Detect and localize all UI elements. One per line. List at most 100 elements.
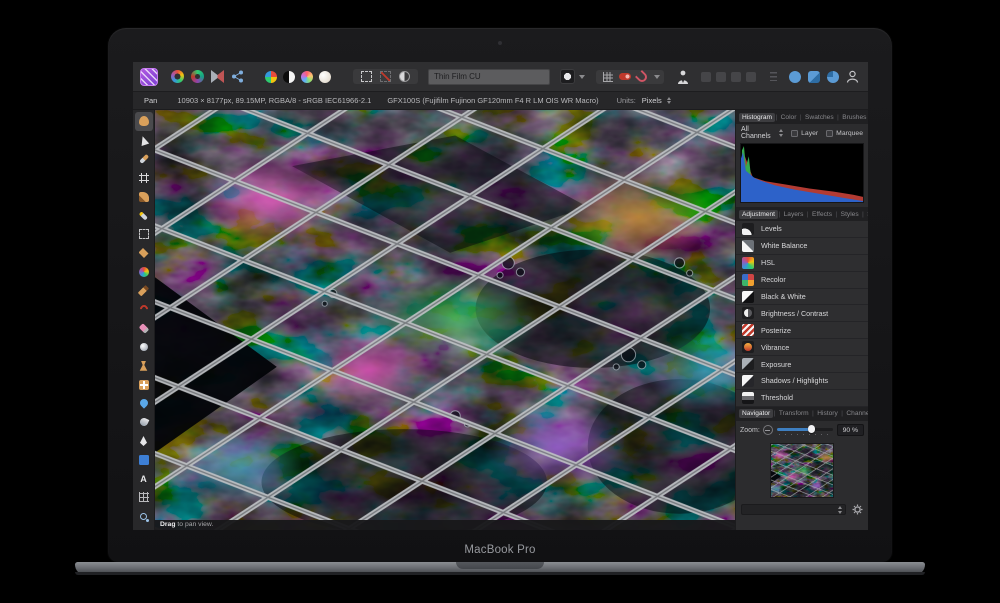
liquify-persona-icon[interactable] — [191, 70, 204, 83]
marquee-checkbox-label: Marquee — [836, 129, 863, 137]
adjustment-brightness-contrast[interactable]: Brightness / Contrast — [736, 305, 868, 323]
tab-layers[interactable]: Layers — [781, 210, 807, 219]
clone-stamp-tool[interactable] — [135, 356, 153, 375]
tab-navigator[interactable]: Navigator — [739, 409, 774, 419]
tab-brushes[interactable]: Brushes — [839, 113, 868, 122]
flood-select-tool[interactable] — [135, 206, 153, 225]
units-stepper-icon[interactable] — [666, 96, 671, 105]
zoom-slider[interactable] — [776, 425, 833, 436]
arrange-backward-icon[interactable] — [716, 71, 726, 82]
affinity-photo-window: Pan 10903 × 8177px, 89.15MP, RGBA/8 - sR… — [133, 62, 868, 530]
account-icon[interactable] — [846, 70, 859, 83]
deselect-icon[interactable] — [380, 71, 391, 82]
vector-brush-tool[interactable] — [135, 300, 153, 319]
flood-fill-tool[interactable] — [135, 244, 153, 263]
tab-effects[interactable]: Effects — [809, 210, 835, 219]
navigator-thumbnail[interactable] — [770, 443, 834, 499]
recolor-icon — [742, 273, 754, 286]
selection-marquee-icon[interactable] — [361, 71, 372, 82]
arrange-front-icon[interactable] — [746, 71, 756, 82]
paint-brush-icon — [138, 285, 149, 297]
pen-nib-icon — [140, 435, 147, 446]
smudge-tool[interactable] — [135, 413, 153, 432]
boolean-subtract-icon[interactable] — [808, 70, 820, 83]
paint-brush-tool[interactable] — [135, 281, 153, 300]
pan-tool[interactable] — [134, 112, 153, 131]
adjustment-posterize[interactable]: Posterize — [736, 322, 868, 340]
tab-swatches[interactable]: Swatches — [802, 113, 837, 122]
tab-adjustment[interactable]: Adjustment — [739, 209, 778, 219]
adjustment-levels[interactable]: Levels — [736, 221, 868, 238]
tab-history[interactable]: History — [814, 409, 841, 418]
pen-tool[interactable] — [135, 432, 153, 451]
adjustment-white-balance[interactable]: White Balance — [736, 238, 868, 255]
shape-tool[interactable] — [135, 450, 153, 469]
adjustment-vibrance[interactable]: Vibrance — [736, 339, 868, 357]
selection-brush-tool[interactable] — [135, 187, 153, 206]
navigator-zoom-row: Zoom: 90 % — [736, 421, 868, 440]
adjustment-threshold[interactable]: Threshold — [736, 390, 868, 407]
colour-picker-tool[interactable] — [135, 150, 153, 169]
invert-selection-icon[interactable] — [399, 71, 410, 82]
boolean-divide-icon[interactable] — [827, 70, 839, 83]
preview-mode-control[interactable] — [560, 69, 585, 84]
arrange-forward-icon[interactable] — [731, 71, 741, 82]
zoom-slider-knob[interactable] — [807, 425, 816, 433]
units-select[interactable]: Pixels — [642, 96, 662, 105]
arrange-back-icon[interactable] — [701, 71, 711, 82]
tab-channels[interactable]: Channels — [843, 409, 868, 418]
layer-checkbox[interactable] — [791, 129, 799, 137]
text-tool[interactable]: A — [135, 469, 153, 488]
auto-colours-icon[interactable] — [301, 70, 313, 83]
eraser-tool[interactable] — [135, 319, 153, 338]
photo-persona-icon[interactable] — [171, 70, 184, 83]
blur-tool[interactable] — [135, 394, 153, 413]
auto-contrast-icon[interactable] — [283, 70, 295, 83]
tab-histogram[interactable]: Histogram — [739, 112, 776, 122]
boolean-add-icon[interactable] — [789, 70, 801, 83]
threshold-icon — [742, 391, 754, 404]
crop-tool[interactable] — [135, 168, 153, 187]
zoom-value[interactable]: 90 % — [836, 424, 864, 437]
adjustment-black-white[interactable]: Black & White — [736, 289, 868, 306]
snapping-group — [596, 69, 664, 84]
tab-styles[interactable]: Styles — [838, 210, 862, 219]
snapping-magnet-icon[interactable] — [634, 69, 650, 84]
auto-levels-icon[interactable] — [265, 70, 277, 83]
mesh-warp-tool[interactable] — [135, 488, 153, 507]
zoom-tool[interactable] — [135, 507, 153, 526]
move-cursor-icon — [138, 134, 149, 146]
gradient-tool[interactable] — [135, 262, 153, 281]
document-title-field[interactable] — [428, 68, 550, 85]
export-persona-icon[interactable] — [231, 70, 244, 83]
marquee-tool[interactable] — [135, 225, 153, 244]
document-canvas[interactable]: Drag to pan view. — [155, 110, 735, 530]
auto-white-balance-icon[interactable] — [319, 70, 331, 83]
channels-dropdown[interactable]: All Channels — [741, 126, 784, 140]
layer-checkbox-label: Layer — [801, 129, 819, 137]
tab-stock[interactable]: Stock — [864, 210, 868, 219]
alignment-icon[interactable] — [770, 72, 777, 81]
tab-color[interactable]: Color — [778, 113, 800, 122]
assistant-icon[interactable] — [677, 70, 689, 84]
macbook-lid-notch — [456, 562, 544, 569]
marquee-checkbox[interactable] — [826, 129, 834, 137]
adjustment-hsl[interactable]: HSL — [736, 255, 868, 272]
adjustment-shadows-highlights[interactable]: Shadows / Highlights — [736, 373, 868, 390]
adjustment-exposure[interactable]: Exposure — [736, 356, 868, 374]
adjustment-recolor[interactable]: Recolor — [736, 272, 868, 289]
force-pixel-alignment-icon[interactable] — [619, 73, 631, 80]
affinity-photo-app-icon[interactable] — [140, 67, 158, 86]
gear-icon[interactable] — [852, 504, 863, 515]
develop-persona-icon[interactable] — [211, 70, 224, 83]
zoom-out-button[interactable] — [762, 425, 773, 436]
view-point-select[interactable] — [741, 504, 846, 516]
healing-brush-tool[interactable] — [135, 375, 153, 394]
document-info: 10903 × 8177px, 89.15MP, RGBA/8 - sRGB I… — [177, 96, 372, 105]
chevron-down-icon[interactable] — [654, 74, 660, 79]
eraser-icon — [138, 322, 149, 334]
snapping-grid-icon[interactable] — [603, 71, 613, 82]
move-tool[interactable] — [135, 131, 153, 150]
tab-transform[interactable]: Transform — [776, 409, 812, 418]
dodge-tool[interactable] — [135, 338, 153, 357]
